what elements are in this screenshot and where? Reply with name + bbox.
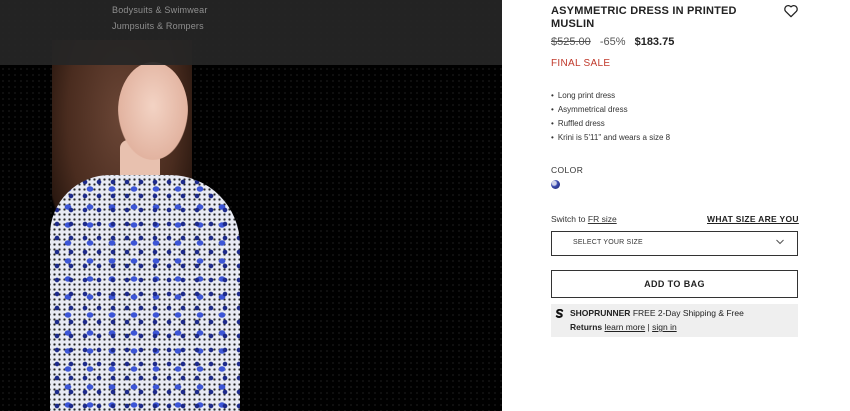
- feature-list: Long print dress Asymmetrical dress Ruff…: [551, 89, 670, 145]
- product-title: ASYMMETRIC DRESS IN PRINTED MUSLIN: [551, 5, 737, 30]
- model-face: [118, 62, 188, 160]
- learn-more-link[interactable]: learn more: [605, 322, 646, 332]
- size-select-placeholder: SELECT YOUR SIZE: [573, 239, 643, 246]
- add-to-bag-button[interactable]: ADD TO BAG: [551, 270, 798, 298]
- separator: |: [647, 322, 650, 332]
- model-dress: [50, 175, 240, 411]
- price-row: $525.00 -65% $183.75: [551, 36, 674, 48]
- shoprunner-returns: Returns: [570, 322, 603, 332]
- sign-in-link[interactable]: sign in: [652, 322, 677, 332]
- menu-item-jumpsuits[interactable]: Jumpsuits & Rompers: [112, 21, 204, 31]
- feature-item: Ruffled dress: [551, 117, 670, 131]
- feature-item: Long print dress: [551, 89, 670, 103]
- size-select[interactable]: SELECT YOUR SIZE: [551, 231, 798, 256]
- discount-badge: -65%: [599, 36, 626, 48]
- shoprunner-line1: SHOPRUNNER FREE 2-Day Shipping & Free: [570, 308, 744, 318]
- shoprunner-line2: Returns learn more | sign in: [570, 322, 677, 332]
- feature-item: Krini is 5'11" and wears a size 8: [551, 131, 670, 145]
- final-sale-label: FINAL SALE: [551, 58, 611, 69]
- color-label: COLOR: [551, 165, 584, 175]
- sale-price: $183.75: [634, 36, 675, 48]
- switch-prefix: Switch to: [551, 214, 586, 224]
- menu-item-bodysuits[interactable]: Bodysuits & Swimwear: [112, 5, 208, 15]
- size-guide-link[interactable]: WHAT SIZE ARE YOU: [707, 214, 799, 224]
- original-price: $525.00: [551, 36, 591, 48]
- shoprunner-logo-icon: [555, 309, 564, 318]
- shoprunner-brand: SHOPRUNNER: [570, 308, 631, 318]
- size-switch: Switch to FR size: [551, 214, 617, 224]
- shoprunner-offer: FREE 2-Day Shipping & Free: [632, 308, 744, 318]
- chevron-down-icon: [776, 239, 784, 245]
- feature-item: Asymmetrical dress: [551, 103, 670, 117]
- fr-size-link[interactable]: FR size: [588, 214, 617, 224]
- heart-icon[interactable]: [783, 4, 799, 18]
- color-swatch[interactable]: [551, 180, 560, 189]
- shoprunner-banner: SHOPRUNNER FREE 2-Day Shipping & Free Re…: [551, 304, 798, 337]
- category-menu-overlay: Bodysuits & Swimwear Jumpsuits & Rompers: [0, 0, 502, 65]
